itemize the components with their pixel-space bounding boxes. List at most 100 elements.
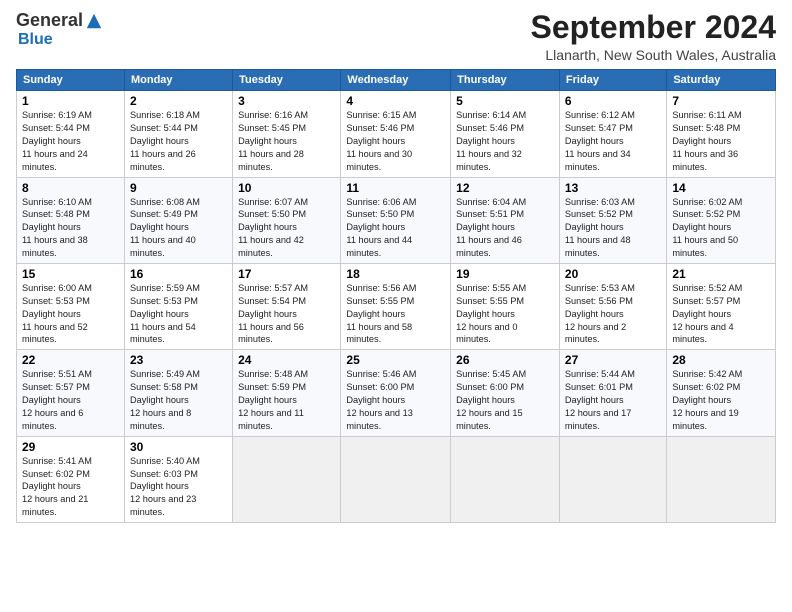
day-info: Sunrise: 6:07 AMSunset: 5:50 PMDaylight … [238, 196, 335, 260]
day-number: 29 [22, 440, 119, 454]
day-info: Sunrise: 5:44 AMSunset: 6:01 PMDaylight … [565, 368, 661, 432]
calendar-cell: 27Sunrise: 5:44 AMSunset: 6:01 PMDayligh… [559, 350, 666, 436]
day-number: 19 [456, 267, 554, 281]
weekday-header-tuesday: Tuesday [233, 70, 341, 91]
calendar-cell: 23Sunrise: 5:49 AMSunset: 5:58 PMDayligh… [124, 350, 232, 436]
calendar-cell [451, 436, 560, 522]
day-number: 28 [672, 353, 770, 367]
day-number: 16 [130, 267, 227, 281]
day-number: 2 [130, 94, 227, 108]
day-number: 23 [130, 353, 227, 367]
day-number: 6 [565, 94, 661, 108]
calendar-cell [559, 436, 666, 522]
weekday-header-wednesday: Wednesday [341, 70, 451, 91]
weekday-header-thursday: Thursday [451, 70, 560, 91]
day-info: Sunrise: 6:15 AMSunset: 5:46 PMDaylight … [346, 109, 445, 173]
day-info: Sunrise: 5:53 AMSunset: 5:56 PMDaylight … [565, 282, 661, 346]
day-number: 5 [456, 94, 554, 108]
calendar-cell: 16Sunrise: 5:59 AMSunset: 5:53 PMDayligh… [124, 263, 232, 349]
calendar-cell: 8Sunrise: 6:10 AMSunset: 5:48 PMDaylight… [17, 177, 125, 263]
calendar-cell: 13Sunrise: 6:03 AMSunset: 5:52 PMDayligh… [559, 177, 666, 263]
calendar-cell: 12Sunrise: 6:04 AMSunset: 5:51 PMDayligh… [451, 177, 560, 263]
day-info: Sunrise: 5:51 AMSunset: 5:57 PMDaylight … [22, 368, 119, 432]
day-info: Sunrise: 6:00 AMSunset: 5:53 PMDaylight … [22, 282, 119, 346]
day-info: Sunrise: 5:52 AMSunset: 5:57 PMDaylight … [672, 282, 770, 346]
day-info: Sunrise: 6:10 AMSunset: 5:48 PMDaylight … [22, 196, 119, 260]
day-info: Sunrise: 5:40 AMSunset: 6:03 PMDaylight … [130, 455, 227, 519]
logo-general: General [16, 10, 83, 31]
day-info: Sunrise: 5:56 AMSunset: 5:55 PMDaylight … [346, 282, 445, 346]
calendar-cell: 1Sunrise: 6:19 AMSunset: 5:44 PMDaylight… [17, 91, 125, 177]
day-number: 4 [346, 94, 445, 108]
logo-text: General [16, 10, 103, 31]
day-number: 25 [346, 353, 445, 367]
day-number: 26 [456, 353, 554, 367]
day-info: Sunrise: 5:41 AMSunset: 6:02 PMDaylight … [22, 455, 119, 519]
weekday-header-sunday: Sunday [17, 70, 125, 91]
month-title: September 2024 [531, 10, 776, 45]
calendar-cell: 2Sunrise: 6:18 AMSunset: 5:44 PMDaylight… [124, 91, 232, 177]
day-number: 30 [130, 440, 227, 454]
calendar-cell: 7Sunrise: 6:11 AMSunset: 5:48 PMDaylight… [667, 91, 776, 177]
day-number: 21 [672, 267, 770, 281]
calendar-cell [667, 436, 776, 522]
day-number: 1 [22, 94, 119, 108]
week-row-1: 1Sunrise: 6:19 AMSunset: 5:44 PMDaylight… [17, 91, 776, 177]
day-number: 15 [22, 267, 119, 281]
day-number: 12 [456, 181, 554, 195]
week-row-3: 15Sunrise: 6:00 AMSunset: 5:53 PMDayligh… [17, 263, 776, 349]
day-number: 17 [238, 267, 335, 281]
calendar-cell: 21Sunrise: 5:52 AMSunset: 5:57 PMDayligh… [667, 263, 776, 349]
day-info: Sunrise: 6:14 AMSunset: 5:46 PMDaylight … [456, 109, 554, 173]
day-info: Sunrise: 6:03 AMSunset: 5:52 PMDaylight … [565, 196, 661, 260]
day-info: Sunrise: 5:48 AMSunset: 5:59 PMDaylight … [238, 368, 335, 432]
calendar-cell: 6Sunrise: 6:12 AMSunset: 5:47 PMDaylight… [559, 91, 666, 177]
weekday-header-saturday: Saturday [667, 70, 776, 91]
day-info: Sunrise: 6:08 AMSunset: 5:49 PMDaylight … [130, 196, 227, 260]
day-number: 8 [22, 181, 119, 195]
title-block: September 2024 Llanarth, New South Wales… [531, 10, 776, 63]
day-info: Sunrise: 6:04 AMSunset: 5:51 PMDaylight … [456, 196, 554, 260]
day-info: Sunrise: 6:06 AMSunset: 5:50 PMDaylight … [346, 196, 445, 260]
day-info: Sunrise: 6:11 AMSunset: 5:48 PMDaylight … [672, 109, 770, 173]
day-info: Sunrise: 5:46 AMSunset: 6:00 PMDaylight … [346, 368, 445, 432]
day-number: 27 [565, 353, 661, 367]
calendar-cell: 20Sunrise: 5:53 AMSunset: 5:56 PMDayligh… [559, 263, 666, 349]
day-info: Sunrise: 6:19 AMSunset: 5:44 PMDaylight … [22, 109, 119, 173]
calendar-cell: 10Sunrise: 6:07 AMSunset: 5:50 PMDayligh… [233, 177, 341, 263]
page: General Blue September 2024 Llanarth, Ne… [0, 0, 792, 612]
day-number: 24 [238, 353, 335, 367]
day-info: Sunrise: 5:49 AMSunset: 5:58 PMDaylight … [130, 368, 227, 432]
day-number: 13 [565, 181, 661, 195]
calendar-cell: 17Sunrise: 5:57 AMSunset: 5:54 PMDayligh… [233, 263, 341, 349]
weekday-header-monday: Monday [124, 70, 232, 91]
day-info: Sunrise: 5:57 AMSunset: 5:54 PMDaylight … [238, 282, 335, 346]
calendar-cell: 9Sunrise: 6:08 AMSunset: 5:49 PMDaylight… [124, 177, 232, 263]
day-info: Sunrise: 5:42 AMSunset: 6:02 PMDaylight … [672, 368, 770, 432]
day-info: Sunrise: 6:12 AMSunset: 5:47 PMDaylight … [565, 109, 661, 173]
day-info: Sunrise: 5:59 AMSunset: 5:53 PMDaylight … [130, 282, 227, 346]
week-row-2: 8Sunrise: 6:10 AMSunset: 5:48 PMDaylight… [17, 177, 776, 263]
logo-blue-text: Blue [18, 31, 53, 49]
day-info: Sunrise: 6:02 AMSunset: 5:52 PMDaylight … [672, 196, 770, 260]
calendar-cell: 3Sunrise: 6:16 AMSunset: 5:45 PMDaylight… [233, 91, 341, 177]
calendar-cell: 11Sunrise: 6:06 AMSunset: 5:50 PMDayligh… [341, 177, 451, 263]
week-row-4: 22Sunrise: 5:51 AMSunset: 5:57 PMDayligh… [17, 350, 776, 436]
day-number: 18 [346, 267, 445, 281]
day-number: 3 [238, 94, 335, 108]
calendar-cell [233, 436, 341, 522]
calendar-cell: 25Sunrise: 5:46 AMSunset: 6:00 PMDayligh… [341, 350, 451, 436]
weekday-header-row: SundayMondayTuesdayWednesdayThursdayFrid… [17, 70, 776, 91]
location: Llanarth, New South Wales, Australia [531, 47, 776, 63]
header: General Blue September 2024 Llanarth, Ne… [16, 10, 776, 63]
calendar-cell: 19Sunrise: 5:55 AMSunset: 5:55 PMDayligh… [451, 263, 560, 349]
logo: General Blue [16, 10, 103, 49]
logo-icon [85, 12, 103, 30]
calendar-cell: 29Sunrise: 5:41 AMSunset: 6:02 PMDayligh… [17, 436, 125, 522]
calendar-cell: 22Sunrise: 5:51 AMSunset: 5:57 PMDayligh… [17, 350, 125, 436]
calendar-cell: 30Sunrise: 5:40 AMSunset: 6:03 PMDayligh… [124, 436, 232, 522]
calendar-cell: 14Sunrise: 6:02 AMSunset: 5:52 PMDayligh… [667, 177, 776, 263]
day-number: 9 [130, 181, 227, 195]
calendar-cell: 5Sunrise: 6:14 AMSunset: 5:46 PMDaylight… [451, 91, 560, 177]
day-number: 20 [565, 267, 661, 281]
